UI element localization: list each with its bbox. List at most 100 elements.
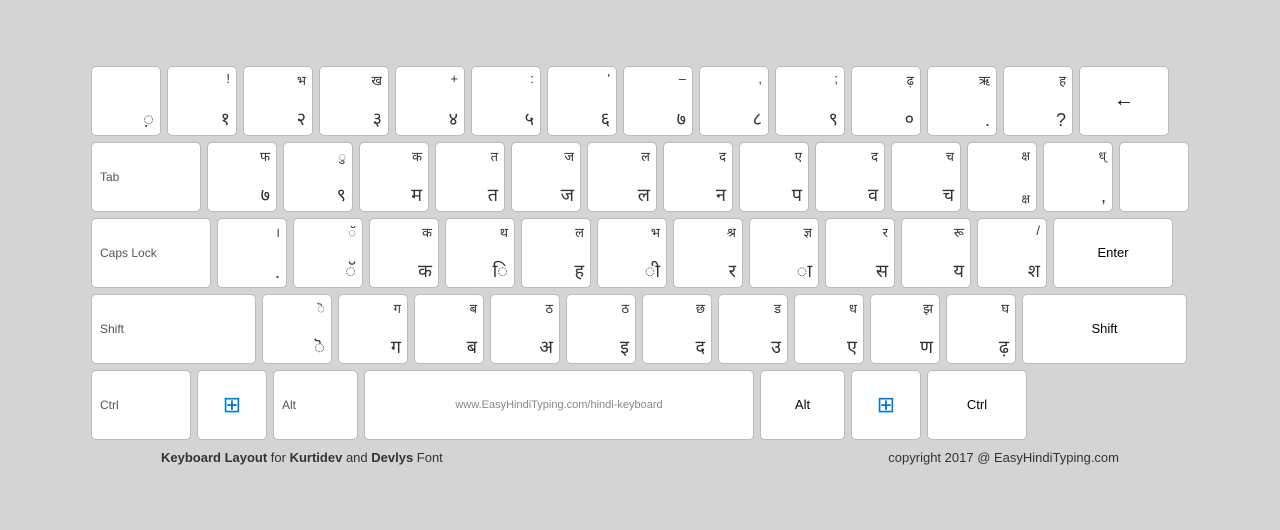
key-p[interactable]: च च — [891, 142, 961, 212]
ctrl-right-label: Ctrl — [967, 397, 987, 412]
key-period[interactable]: झ ण — [870, 294, 940, 364]
key-shift-right[interactable]: Shift — [1022, 294, 1187, 364]
shift-right-label: Shift — [1091, 321, 1117, 336]
key-ctrl-left[interactable]: Ctrl — [91, 370, 191, 440]
key-row-3: Caps Lock । . ॅ ॅ क क थ ि ल ह भ ी श्र र — [91, 218, 1189, 288]
key-bottom: ९ — [829, 107, 838, 131]
key-top: – — [679, 71, 686, 86]
key-8[interactable]: , ८ — [699, 66, 769, 136]
key-e[interactable]: क म — [359, 142, 429, 212]
key-r[interactable]: त त — [435, 142, 505, 212]
key-u[interactable]: द न — [663, 142, 733, 212]
key-bottom: ४ — [449, 107, 458, 131]
key-bottom: ८ — [753, 107, 762, 131]
key-7[interactable]: – ७ — [623, 66, 693, 136]
key-tab[interactable]: Tab — [91, 142, 201, 212]
key-z[interactable]: ॆ ॆ — [262, 294, 332, 364]
key-3[interactable]: ख ३ — [319, 66, 389, 136]
key-row-5: Ctrl ⊞ Alt www.EasyHindiTyping.com/hindi… — [91, 370, 1189, 440]
key-y[interactable]: ल ल — [587, 142, 657, 212]
key-bottom: ? — [1056, 110, 1066, 131]
key-bottom: ७ — [677, 107, 686, 131]
key-bottom: १ — [221, 107, 230, 131]
key-0[interactable]: ढ़ ० — [851, 66, 921, 136]
footer-bold-1: Keyboard Layout — [161, 450, 267, 465]
key-alt-left[interactable]: Alt — [273, 370, 358, 440]
key-alt-right[interactable]: Alt — [760, 370, 845, 440]
key-ctrl-right[interactable]: Ctrl — [927, 370, 1027, 440]
key-backslash[interactable] — [1119, 142, 1189, 212]
key-v[interactable]: ठ अ — [490, 294, 560, 364]
key-space[interactable]: www.EasyHindiTyping.com/hindi-keyboard — [364, 370, 754, 440]
key-bottom: ५ — [525, 107, 534, 131]
key-2[interactable]: भ २ — [243, 66, 313, 136]
key-5[interactable]: : ५ — [471, 66, 541, 136]
key-row-4: Shift ॆ ॆ ग ग ब ब ठ अ ठ इ छ द ड उ — [91, 294, 1189, 364]
key-f[interactable]: थ ि — [445, 218, 515, 288]
key-w[interactable]: ु ९ — [283, 142, 353, 212]
key-q[interactable]: फ ७ — [207, 142, 277, 212]
key-quote[interactable]: / श — [977, 218, 1047, 288]
key-h[interactable]: भ ी — [597, 218, 667, 288]
key-top: , — [758, 71, 762, 86]
key-9[interactable]: ; ९ — [775, 66, 845, 136]
key-enter[interactable]: Enter — [1053, 218, 1173, 288]
key-top: ' — [608, 71, 610, 86]
key-equals[interactable]: ह ? — [1003, 66, 1073, 136]
key-bottom: ० — [905, 107, 914, 131]
key-g[interactable]: ल ह — [521, 218, 591, 288]
key-s[interactable]: ॅ ॅ — [293, 218, 363, 288]
key-m[interactable]: ड उ — [718, 294, 788, 364]
key-o[interactable]: द व — [815, 142, 885, 212]
key-a[interactable]: । . — [217, 218, 287, 288]
footer-bold-3: Devlys — [371, 450, 413, 465]
key-comma[interactable]: ध ए — [794, 294, 864, 364]
key-capslock[interactable]: Caps Lock — [91, 218, 211, 288]
key-l[interactable]: र स — [825, 218, 895, 288]
space-label: www.EasyHindiTyping.com/hindi-keyboard — [455, 399, 662, 411]
win-left-icon: ⊞ — [223, 392, 241, 418]
win-right-icon: ⊞ — [877, 392, 895, 418]
key-minus[interactable]: ऋ . — [927, 66, 997, 136]
key-t[interactable]: ज ज — [511, 142, 581, 212]
key-shift-left[interactable]: Shift — [91, 294, 256, 364]
key-slash[interactable]: घ ढ़ — [946, 294, 1016, 364]
ctrl-left-label: Ctrl — [100, 398, 119, 412]
key-k[interactable]: ज्ञ ा — [749, 218, 819, 288]
key-top: ह — [1059, 71, 1066, 89]
key-i[interactable]: ए प — [739, 142, 809, 212]
key-bottom: ़ — [143, 107, 154, 131]
key-1[interactable]: ! १ — [167, 66, 237, 136]
footer: Keyboard Layout for Kurtidev and Devlys … — [91, 450, 1189, 465]
key-6[interactable]: ' ६ — [547, 66, 617, 136]
key-d[interactable]: क क — [369, 218, 439, 288]
key-semicolon[interactable]: रू य — [901, 218, 971, 288]
key-bottom: . — [985, 110, 990, 131]
key-top: भ — [297, 71, 306, 89]
tab-label: Tab — [100, 170, 119, 184]
footer-left: Keyboard Layout for Kurtidev and Devlys … — [161, 450, 443, 465]
key-bottom: २ — [297, 107, 306, 131]
key-top: ऋ — [979, 71, 990, 89]
key-top: + — [450, 71, 458, 86]
key-backspace[interactable]: ← — [1079, 66, 1169, 136]
key-backtick[interactable]: ़ — [91, 66, 161, 136]
key-bottom: ३ — [373, 107, 382, 131]
backspace-label: ← — [1114, 89, 1134, 112]
key-rbracket[interactable]: ध् , — [1043, 142, 1113, 212]
key-c[interactable]: ब ब — [414, 294, 484, 364]
footer-bold-2: Kurtidev — [290, 450, 343, 465]
key-n[interactable]: छ द — [642, 294, 712, 364]
footer-right: copyright 2017 @ EasyHindiTyping.com — [888, 450, 1119, 465]
key-x[interactable]: ग ग — [338, 294, 408, 364]
key-4[interactable]: + ४ — [395, 66, 465, 136]
key-win-left[interactable]: ⊞ — [197, 370, 267, 440]
key-lbracket[interactable]: क्ष क्ष — [967, 142, 1037, 212]
key-j[interactable]: श्र र — [673, 218, 743, 288]
alt-right-label: Alt — [795, 397, 810, 412]
key-bottom: ६ — [601, 107, 610, 131]
key-top: ढ़ — [907, 71, 914, 89]
key-b[interactable]: ठ इ — [566, 294, 636, 364]
key-top: ; — [834, 71, 838, 86]
key-win-right[interactable]: ⊞ — [851, 370, 921, 440]
